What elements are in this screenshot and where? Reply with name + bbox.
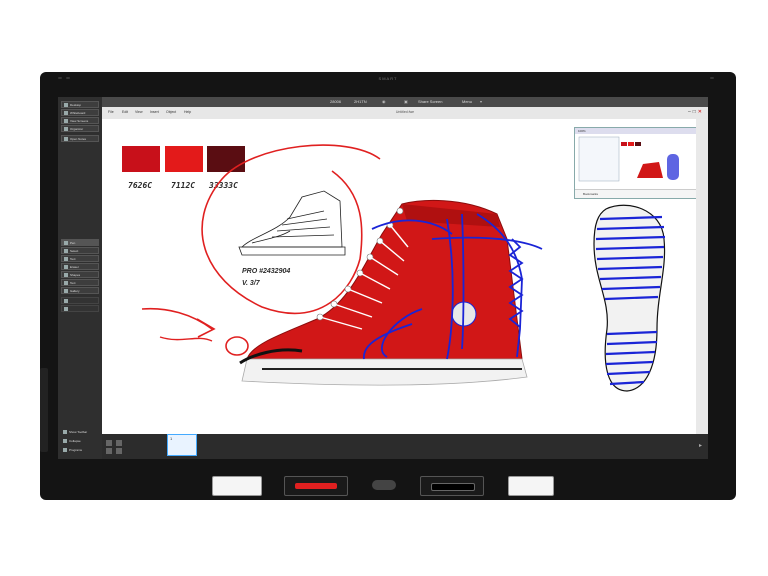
redo-icon xyxy=(64,307,68,311)
document-title: Untitled.fwe xyxy=(395,110,415,114)
red-scribble xyxy=(159,336,213,342)
programs-label: Programs xyxy=(69,448,83,452)
tool-select-label: Select xyxy=(70,249,79,253)
toolbar-icon xyxy=(63,430,67,434)
whiteboard-icon xyxy=(64,111,68,115)
red-pen-slot[interactable] xyxy=(284,476,348,496)
whiteboard-button[interactable]: Whiteboard xyxy=(61,109,99,116)
undo-button[interactable] xyxy=(61,297,99,304)
tool-gallery-label: Gallery xyxy=(70,289,80,293)
close-icon[interactable]: ✕ xyxy=(698,109,704,115)
collapse-label: Collapse xyxy=(69,439,81,443)
tool-shapes-label: Shapes xyxy=(70,273,81,277)
redo-button[interactable] xyxy=(61,305,99,312)
delete-page-icon[interactable] xyxy=(116,440,122,446)
tool-pen[interactable]: Pen xyxy=(61,239,99,246)
undo-icon xyxy=(64,299,68,303)
whiteboard-label: Whiteboard xyxy=(70,111,86,115)
red-sneaker-image xyxy=(239,199,528,386)
open-notes-button[interactable]: Open Notes xyxy=(61,135,99,142)
programs-button[interactable]: Programs xyxy=(61,447,99,454)
sensor-icon xyxy=(66,77,70,79)
vertical-scrollbar[interactable] xyxy=(696,119,708,434)
eraser-icon xyxy=(64,265,68,269)
tool-pen-label: Pen xyxy=(70,241,76,245)
open-notes-label: Open Notes xyxy=(70,137,87,141)
bookmarks-label[interactable]: Bookmarks xyxy=(575,189,697,198)
programs-icon xyxy=(63,448,67,452)
tool-shapes[interactable]: Shapes xyxy=(61,271,99,278)
left-toolbar: Desktop Whiteboard View Screens Organize… xyxy=(58,97,102,459)
tool-text-label: Text xyxy=(70,257,76,261)
tool-select[interactable]: Select xyxy=(61,247,99,254)
show-toolbar-button[interactable]: Show Toolbar xyxy=(61,429,99,436)
red-small-circle xyxy=(225,336,249,356)
window-controls: –□✕ xyxy=(688,109,704,115)
view-screens-label: View Screens xyxy=(70,119,89,123)
menu-button[interactable]: Menu xyxy=(462,99,472,105)
text-icon xyxy=(64,257,68,261)
camera-icon[interactable]: ▣ xyxy=(404,99,408,105)
chevron-down-icon[interactable]: ▾ xyxy=(480,99,482,105)
shoe-sketch xyxy=(238,190,346,256)
tool-text[interactable]: Text xyxy=(61,255,99,262)
organizer-icon xyxy=(64,127,68,131)
desktop-icon xyxy=(64,103,68,107)
size-readout[interactable]: 2H1TN xyxy=(354,99,367,105)
notes-icon xyxy=(64,137,68,141)
eraser-tray-slot[interactable] xyxy=(212,476,262,496)
red-arrow-annotation xyxy=(141,307,213,330)
tool-text-2[interactable]: Text xyxy=(61,279,99,286)
collapse-icon xyxy=(63,439,67,443)
page-thumbnail[interactable]: 1 xyxy=(167,434,197,456)
tool-eraser-label: Eraser xyxy=(70,265,79,269)
chevron-right-icon[interactable]: ▸ xyxy=(699,442,702,449)
pen-select-button[interactable] xyxy=(372,480,396,490)
sketch-note-2: V. 3/7 xyxy=(242,280,261,287)
add-page-icon[interactable] xyxy=(106,440,112,446)
organizer-label: Organizer xyxy=(70,127,84,131)
sensor-icon xyxy=(58,77,62,79)
tool-gallery[interactable]: Gallery xyxy=(61,287,99,294)
select-icon xyxy=(64,249,68,253)
black-pen-slot[interactable] xyxy=(420,476,484,496)
red-pen-icon xyxy=(295,483,337,489)
shoe-sole-drawing xyxy=(593,204,666,392)
sketch-note-1: PRO #2432904 xyxy=(242,268,290,275)
zoom-readout[interactable]: 28006 xyxy=(330,99,341,105)
page-number: 1 xyxy=(170,436,173,441)
eraser-slot-right[interactable] xyxy=(508,476,554,496)
gallery-icon xyxy=(64,289,68,293)
view-screens-button[interactable]: View Screens xyxy=(61,117,99,124)
show-toolbar-label: Show Toolbar xyxy=(69,430,88,434)
black-pen-icon xyxy=(431,483,475,491)
screens-icon xyxy=(64,119,68,123)
tool-text-2-label: Text xyxy=(70,281,76,285)
tool-eraser[interactable]: Eraser xyxy=(61,263,99,270)
screen: Desktop Whiteboard View Screens Organize… xyxy=(58,97,708,459)
text-icon xyxy=(64,281,68,285)
brand-logo: SMART xyxy=(378,76,398,81)
preview-thumbnail xyxy=(578,136,679,182)
previous-page-icon[interactable] xyxy=(106,448,112,454)
page-preview-panel[interactable]: 100% Bookmarks xyxy=(574,127,698,199)
next-page-icon[interactable] xyxy=(116,448,122,454)
desktop-button[interactable]: Desktop xyxy=(61,101,99,108)
top-bar: 28006 2H1TN ◉ ▣ Share Screen Menu ▾ xyxy=(102,97,708,107)
share-screen-button[interactable]: Share Screen xyxy=(418,99,442,105)
shapes-icon xyxy=(64,273,68,277)
pen-icon xyxy=(64,241,68,245)
desktop-label: Desktop xyxy=(70,103,82,107)
pin-icon[interactable]: ◉ xyxy=(382,99,386,105)
sensor-icon xyxy=(710,77,714,79)
collapse-button[interactable]: Collapse xyxy=(61,438,99,445)
organizer-button[interactable]: Organizer xyxy=(61,125,99,132)
side-control-panel[interactable] xyxy=(40,368,48,452)
